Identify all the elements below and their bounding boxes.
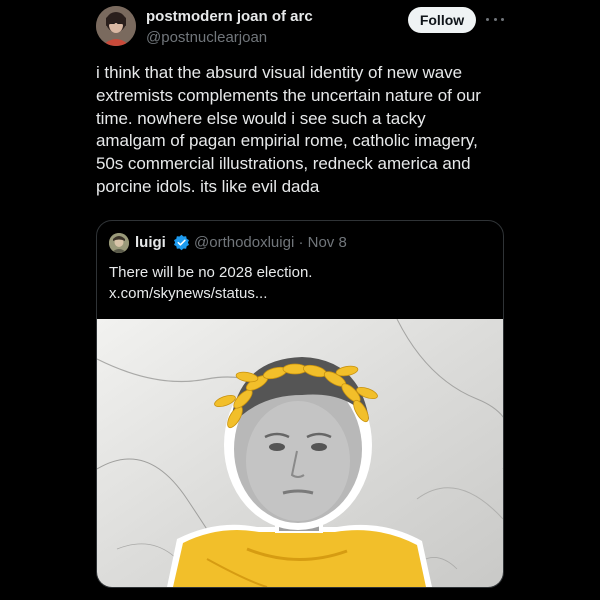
- dot: [501, 17, 504, 21]
- dot: [493, 17, 497, 21]
- verified-badge-icon: [174, 234, 189, 251]
- author-handle[interactable]: @postnuclearjoan: [146, 29, 267, 46]
- quote-avatar-icon: [109, 233, 129, 253]
- more-dots-icon[interactable]: [486, 12, 504, 26]
- profile-photo-icon: [96, 6, 136, 46]
- collage-photo-icon: [97, 319, 503, 587]
- quoted-tweet-card[interactable]: luigi @orthodoxluigi · Nov 8 There will …: [96, 220, 504, 588]
- quote-image[interactable]: [97, 319, 503, 587]
- author-avatar[interactable]: [96, 6, 136, 46]
- follow-button[interactable]: Follow: [408, 7, 476, 33]
- tweet-text: i think that the absurd visual identity …: [96, 63, 481, 196]
- author-display-name[interactable]: postmodern joan of arc: [146, 8, 313, 25]
- quote-text: There will be no 2028 election. x.com/sk…: [109, 264, 313, 302]
- quote-handle-date[interactable]: @orthodoxluigi · Nov 8: [194, 234, 347, 251]
- quote-author-name[interactable]: luigi: [135, 234, 166, 251]
- quote-author-avatar[interactable]: [109, 233, 129, 253]
- dot: [486, 17, 489, 21]
